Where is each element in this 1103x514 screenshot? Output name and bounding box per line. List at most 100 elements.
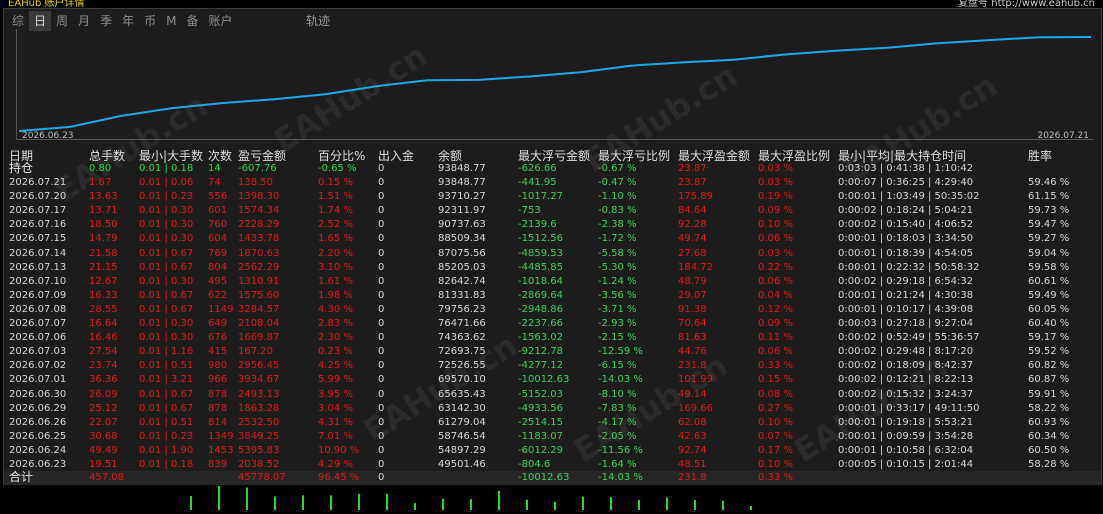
cell-float-profit-pct: 0.09 %: [758, 318, 793, 329]
table-row[interactable]: 2026.06.23 19.51 0.01 | 0.18 839 2038.52 4.29…: [4, 458, 1101, 472]
cell-pnl: 3284.57: [238, 303, 280, 315]
tab-month[interactable]: 月: [73, 11, 95, 31]
cell-winrate: 59.27 %: [1028, 233, 1070, 245]
cell-winrate: 60.87 %: [1028, 374, 1070, 386]
table-row[interactable]: 2026.07.09 16.33 0.01 | 0.67 622 1575.60 1.98…: [4, 289, 1101, 303]
cell-pnl: 167.20: [238, 346, 273, 358]
cell-minmax: 0.01 | 0.67: [139, 388, 194, 400]
cell-inout: 0: [378, 177, 385, 188]
cell-float-profit: 44.76: [678, 346, 707, 358]
cell-hold-time: 0:00:01 | 0:09:59 | 3:54:28: [838, 430, 974, 442]
table-row[interactable]: 2026.07.10 12.67 0.01 | 0.30 495 1310.91 1.61…: [4, 275, 1101, 289]
table-row[interactable]: 2026.06.25 30.68 0.01 | 0.23 1349 3849.25 7.0…: [4, 430, 1101, 444]
cell-winrate: 58.22 %: [1028, 402, 1070, 414]
table-row[interactable]: 2026.07.17 13.71 0.01 | 0.30 601 1574.34 1.74…: [4, 204, 1101, 218]
cell-winrate: 61.15 %: [1028, 191, 1070, 203]
cell-winrate: 58.28 %: [1028, 459, 1070, 470]
cell-inout: 0: [378, 332, 385, 344]
cell-float-loss: -1563.02: [518, 332, 563, 344]
cell-float-profit: 84.64: [678, 205, 707, 217]
total-row: 合计 457.08 45778.07 96.45 % 0 -10012.63 -…: [4, 470, 1101, 485]
cell-float-profit: 62.08: [678, 416, 707, 428]
tab-week[interactable]: 周: [51, 11, 73, 31]
cell-minmax: 0.01 | 0.67: [139, 289, 194, 301]
cell-pnl: 1398.30: [238, 191, 280, 203]
cell-lots: 25.12: [89, 402, 118, 414]
tab-m[interactable]: M: [161, 11, 181, 31]
table-row[interactable]: 2026.07.07 16.64 0.01 | 0.30 649 2108.04 2.83…: [4, 317, 1101, 331]
cell-inout: 0: [378, 374, 385, 386]
cell-date: 2026.07.01: [9, 374, 67, 386]
cell-float-loss: -4277.12: [518, 360, 563, 372]
tab-year[interactable]: 年: [117, 11, 139, 31]
tab-summary[interactable]: 综: [7, 11, 29, 31]
tab-note[interactable]: 备: [181, 11, 203, 31]
cell-pnl: 5395.83: [238, 444, 280, 456]
table-row[interactable]: 2026.07.20 13.63 0.01 | 0.23 556 1398.30 1.51…: [4, 190, 1101, 204]
tab-quarter[interactable]: 季: [95, 11, 117, 31]
cell-count: 604: [208, 233, 228, 245]
cell-date: 2026.07.10: [9, 275, 67, 287]
table-row[interactable]: 2026.07.08 28.55 0.01 | 0.67 1149 3284.57 4.3…: [4, 303, 1101, 317]
histogram-bar: [414, 503, 416, 510]
cell-balance: 49501.46: [438, 459, 486, 470]
cell-minmax: 0.01 | 3.21: [139, 374, 194, 386]
table-row[interactable]: 2026.07.01 36.36 0.01 | 3.21 966 3934.67 5.99…: [4, 373, 1101, 387]
cell-balance: 79756.23: [438, 303, 486, 315]
cell-minmax: 0.01 | 0.30: [139, 275, 194, 287]
position-row[interactable]: 持仓 0.80 0.01 | 0.18 14 -607.76 -0.65 % 0…: [4, 161, 1101, 176]
cell-inout: 0: [378, 444, 385, 456]
cell-hold-time: 0:00:02 | 0:18:24 | 5:04:21: [838, 205, 974, 217]
table-row[interactable]: 2026.07.06 16.46 0.01 | 0.30 676 1669.87 2.30…: [4, 331, 1101, 345]
table-row[interactable]: 2026.06.26 22.07 0.01 | 0.51 814 2532.50 4.31…: [4, 416, 1101, 430]
tab-account[interactable]: 账户: [203, 11, 237, 31]
cell-float-loss: -2514.15: [518, 416, 563, 428]
cell-pnl: -607.76: [238, 163, 277, 174]
report-panel: 综 日 周 月 季 年 币 M 备 账户 轨迹 2026.06.23 2026.…: [3, 8, 1102, 486]
cell-balance: 92311.97: [438, 205, 486, 217]
cell-winrate: 59.17 %: [1028, 332, 1070, 344]
table-row[interactable]: 2026.06.29 25.12 0.01 | 0.67 878 1863.28 3.04…: [4, 402, 1101, 416]
table-row[interactable]: 2026.07.03 27.54 0.01 | 1.16 415 167.20 0.23 …: [4, 345, 1101, 359]
table-row[interactable]: 2026.07.15 14.79 0.01 | 0.30 604 1433.78 1.65…: [4, 232, 1101, 246]
cell-count: 676: [208, 332, 228, 344]
cell-date: 2026.07.14: [9, 247, 67, 259]
tab-currency[interactable]: 币: [139, 11, 161, 31]
cell-minmax: 0.01 | 1.16: [139, 346, 194, 358]
table-row[interactable]: 2026.07.21 1.67 0.01 | 0.06 74 138.50 0.15 % 0…: [4, 176, 1101, 190]
title-bar: EAHub 账户详情 复盘号 http://www.eahub.cn: [0, 0, 1103, 8]
histogram-bar: [750, 506, 752, 510]
cell-float-loss-pct: -6.15 %: [598, 360, 637, 372]
cell-lots: 16.46: [89, 332, 118, 344]
cell-inout: 0: [378, 459, 385, 470]
cell-float-loss: -9212.78: [518, 346, 563, 358]
tab-day[interactable]: 日: [29, 11, 52, 31]
equity-curve-line: [18, 36, 1092, 132]
table-row[interactable]: 2026.07.13 21.15 0.01 | 0.67 804 2562.29 3.10…: [4, 261, 1101, 275]
equity-curve-svg: [18, 36, 1092, 132]
table-row[interactable]: 2026.06.30 26.09 0.01 | 0.67 878 2493.13 3.95…: [4, 388, 1101, 402]
cell-float-profit-pct: 0.10 %: [758, 416, 793, 428]
cell-date: 2026.07.03: [9, 346, 67, 358]
table-row[interactable]: 2026.07.02 23.74 0.01 | 0.51 980 2956.45 4.25…: [4, 359, 1101, 373]
cell-count: 74: [208, 177, 221, 188]
cell-count: 760: [208, 219, 228, 231]
histogram-bar: [330, 495, 332, 510]
cell-winrate: 60.05 %: [1028, 303, 1070, 315]
cell-count: 1149: [208, 303, 234, 315]
cell-inout: 0: [378, 275, 385, 287]
cell-float-loss: -753: [518, 205, 541, 217]
histogram-bar: [526, 499, 528, 510]
cell-float-loss-pct: -5.30 %: [598, 261, 637, 273]
histogram-bar: [610, 497, 612, 510]
cell-float-profit-pct: 0.03 %: [758, 177, 793, 188]
cell-inout: 0: [378, 318, 385, 329]
table-row[interactable]: 2026.06.24 49.49 0.01 | 1.90 1453 5395.83 10.…: [4, 444, 1101, 458]
cell-float-loss: -1183.07: [518, 430, 563, 442]
cell-lots: 13.63: [89, 191, 118, 203]
table-row[interactable]: 2026.07.16 18.50 0.01 | 0.30 760 2228.29 2.52…: [4, 218, 1101, 232]
table-row[interactable]: 2026.07.14 21.58 0.01 | 0.67 769 1870.63 2.20…: [4, 247, 1101, 261]
cell-float-loss-pct: -0.83 %: [598, 205, 637, 217]
cell-pnl: 1575.60: [238, 289, 280, 301]
cell-count: 649: [208, 318, 228, 329]
